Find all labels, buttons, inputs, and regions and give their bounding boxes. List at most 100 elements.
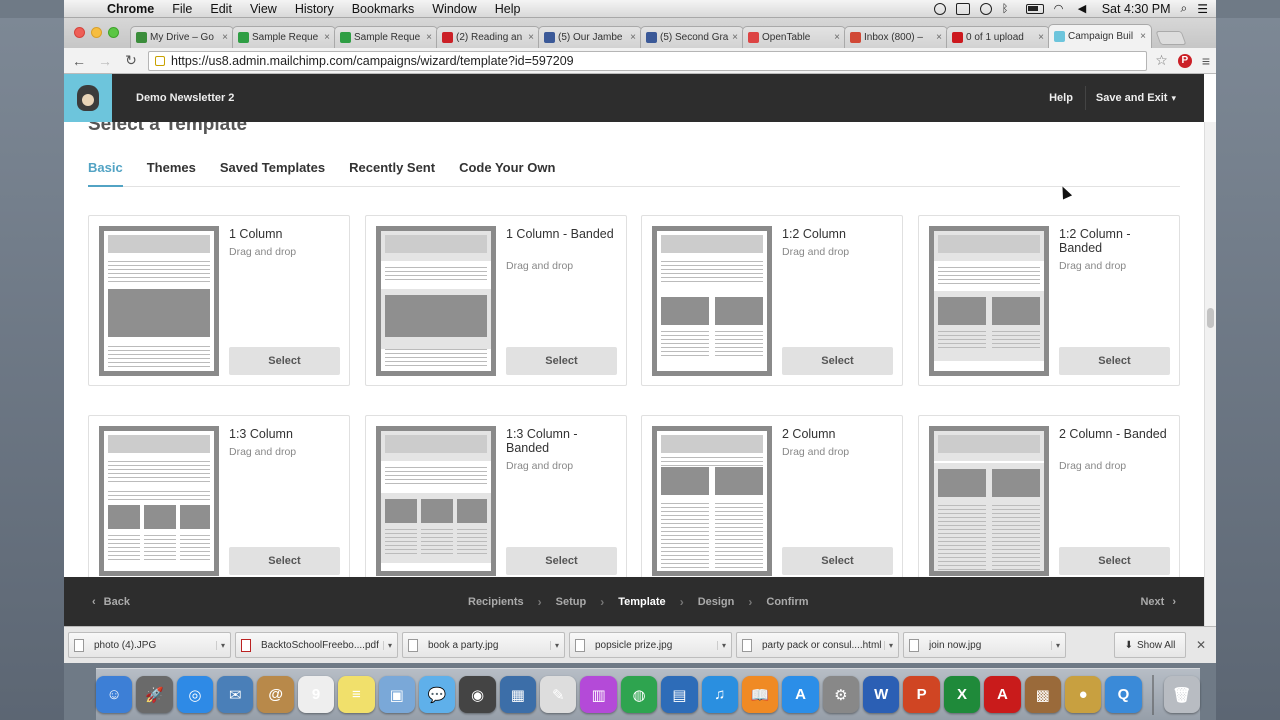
- facetime-icon[interactable]: ◉: [459, 676, 496, 713]
- notification-center-icon[interactable]: ☰: [1197, 2, 1208, 16]
- template-thumbnail[interactable]: [929, 426, 1049, 576]
- browser-tab[interactable]: (5) Our Jambe ×: [538, 26, 642, 48]
- ibooks-icon[interactable]: 📖: [741, 676, 779, 713]
- close-tab-icon[interactable]: ×: [1038, 32, 1044, 43]
- bluetooth-icon[interactable]: ᛒ: [1002, 3, 1016, 15]
- wifi-icon[interactable]: ◠: [1054, 3, 1068, 15]
- browser-tab[interactable]: OpenTable ×: [742, 26, 846, 48]
- record-icon[interactable]: [933, 2, 946, 15]
- new-tab-button[interactable]: [1155, 31, 1187, 45]
- chevron-down-icon[interactable]: ▾: [382, 640, 392, 650]
- tab-saved-templates[interactable]: Saved Templates: [220, 160, 325, 187]
- menu-bookmarks[interactable]: Bookmarks: [343, 2, 424, 16]
- time-machine-icon[interactable]: [979, 2, 992, 15]
- trash-icon[interactable]: 🗑: [1163, 676, 1201, 713]
- chevron-down-icon[interactable]: ▾: [883, 640, 893, 650]
- browser-tab[interactable]: 0 of 1 upload ×: [946, 26, 1050, 48]
- template-card[interactable]: 2 Column - Banded Drag and drop Select: [918, 415, 1180, 577]
- chrome-menu-icon[interactable]: ≡: [1202, 53, 1210, 69]
- download-item[interactable]: popsicle prize.jpg ▾: [569, 632, 732, 658]
- select-template-button[interactable]: Select: [1059, 547, 1170, 575]
- browser-tab[interactable]: Inbox (800) – ×: [844, 26, 948, 48]
- game-center-icon[interactable]: ●: [1064, 676, 1102, 713]
- select-template-button[interactable]: Select: [782, 347, 893, 375]
- browser-tab[interactable]: Sample Reque ×: [232, 26, 336, 48]
- menu-edit[interactable]: Edit: [201, 2, 241, 16]
- launchpad-icon[interactable]: 🚀: [136, 676, 173, 713]
- minimize-window-button[interactable]: [91, 27, 102, 38]
- browser-tab[interactable]: (2) Reading an ×: [436, 26, 540, 48]
- download-item[interactable]: join now.jpg ▾: [903, 632, 1066, 658]
- template-thumbnail[interactable]: [652, 226, 772, 376]
- step-recipients[interactable]: Recipients: [468, 596, 524, 608]
- word-icon[interactable]: W: [863, 676, 900, 713]
- pinterest-icon[interactable]: P: [1177, 53, 1192, 68]
- template-card[interactable]: 1 Column - Banded Drag and drop Select: [365, 215, 627, 386]
- safari-icon[interactable]: ◎: [176, 676, 214, 713]
- iphoto-icon[interactable]: ▦: [499, 676, 537, 713]
- browser-tab[interactable]: (5) Second Gra ×: [640, 26, 744, 48]
- back-button[interactable]: ‹ Back: [92, 596, 130, 608]
- download-item[interactable]: BacktoSchoolFreebo....pdf ▾: [235, 632, 398, 658]
- address-bar[interactable]: https://us8.admin.mailchimp.com/campaign…: [148, 50, 1148, 71]
- menu-window[interactable]: Window: [423, 2, 485, 16]
- forward-arrow-icon[interactable]: →: [96, 53, 114, 69]
- textedit-icon[interactable]: ✎: [540, 676, 577, 713]
- template-card[interactable]: 1 Column Drag and drop Select: [88, 215, 350, 386]
- menu-file[interactable]: File: [163, 2, 201, 16]
- browser-tab[interactable]: Campaign Buil ×: [1048, 24, 1152, 48]
- select-template-button[interactable]: Select: [229, 347, 340, 375]
- save-and-exit-button[interactable]: Save and Exit ▾: [1086, 86, 1204, 110]
- menubar-clock[interactable]: Sat 4:30 PM: [1102, 2, 1171, 16]
- help-link[interactable]: Help: [1037, 86, 1086, 110]
- bookmark-star-icon[interactable]: ☆: [1155, 52, 1168, 69]
- next-button[interactable]: Next ›: [1140, 596, 1176, 608]
- browser-tab[interactable]: My Drive – Go ×: [130, 26, 234, 48]
- chrome-icon[interactable]: ◍: [620, 676, 658, 713]
- template-card[interactable]: 1:3 Column - Banded Drag and drop Select: [365, 415, 627, 577]
- template-card[interactable]: 1:2 Column - Banded Drag and drop Select: [918, 215, 1180, 386]
- chevron-down-icon[interactable]: ▾: [1050, 640, 1060, 650]
- template-thumbnail[interactable]: [376, 226, 496, 376]
- close-tab-icon[interactable]: ×: [834, 32, 840, 43]
- close-tab-icon[interactable]: ×: [630, 32, 636, 43]
- messages-icon[interactable]: 💬: [418, 676, 456, 713]
- stickies-icon[interactable]: ≡: [338, 676, 375, 713]
- spotlight-icon[interactable]: ⌕: [1181, 1, 1188, 16]
- select-template-button[interactable]: Select: [1059, 347, 1170, 375]
- download-item[interactable]: book a party.jpg ▾: [402, 632, 565, 658]
- download-item[interactable]: photo (4).JPG ▾: [68, 632, 231, 658]
- finder-icon[interactable]: ☺: [95, 676, 133, 713]
- show-all-downloads-button[interactable]: ⬇ Show All: [1114, 632, 1186, 658]
- acrobat-icon[interactable]: A: [984, 676, 1021, 713]
- template-thumbnail[interactable]: [99, 226, 219, 376]
- menu-app-name[interactable]: Chrome: [98, 2, 163, 16]
- menu-history[interactable]: History: [286, 2, 343, 16]
- calendar-icon[interactable]: 9: [297, 676, 335, 713]
- select-template-button[interactable]: Select: [506, 547, 617, 575]
- tab-code-your-own[interactable]: Code Your Own: [459, 160, 555, 187]
- excel-icon[interactable]: X: [943, 676, 981, 713]
- itunes-icon[interactable]: ♫: [701, 676, 738, 713]
- photo-booth-icon[interactable]: ▩: [1024, 676, 1061, 713]
- download-item[interactable]: party pack or consul....html ▾: [736, 632, 899, 658]
- template-thumbnail[interactable]: [652, 426, 772, 576]
- template-card[interactable]: 2 Column Drag and drop Select: [641, 415, 903, 577]
- menu-view[interactable]: View: [241, 2, 286, 16]
- battery-icon[interactable]: [1025, 3, 1044, 14]
- close-icon[interactable]: ✕: [1194, 638, 1208, 652]
- mail-bird-icon[interactable]: ✉: [217, 676, 254, 713]
- close-tab-icon[interactable]: ×: [732, 32, 738, 43]
- step-setup[interactable]: Setup: [556, 596, 587, 608]
- step-template[interactable]: Template: [618, 596, 665, 608]
- address-book-icon[interactable]: @: [257, 676, 294, 713]
- close-tab-icon[interactable]: ×: [222, 32, 228, 43]
- page-scrollbar[interactable]: [1204, 122, 1216, 626]
- chevron-down-icon[interactable]: ▾: [716, 640, 726, 650]
- zoom-window-button[interactable]: [108, 27, 119, 38]
- app-store-icon[interactable]: A: [782, 676, 819, 713]
- chevron-down-icon[interactable]: ▾: [215, 640, 225, 650]
- template-thumbnail[interactable]: [929, 226, 1049, 376]
- close-tab-icon[interactable]: ×: [426, 32, 432, 43]
- template-thumbnail[interactable]: [376, 426, 496, 576]
